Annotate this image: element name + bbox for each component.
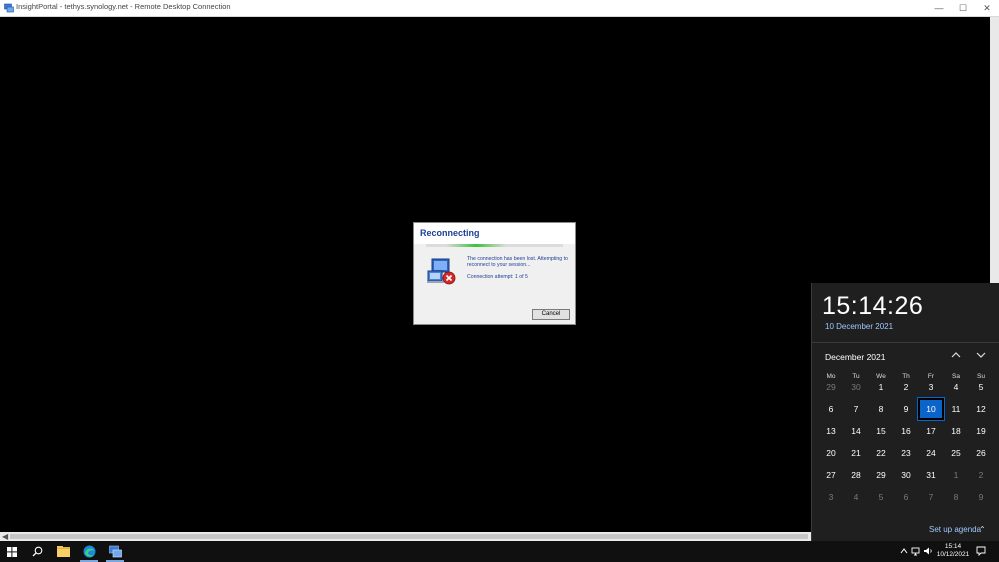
disconnected-computer-icon <box>427 258 456 285</box>
edge-button[interactable] <box>77 541 101 562</box>
calendar-day[interactable]: 17 <box>920 422 942 440</box>
scroll-left-icon[interactable]: ◀ <box>2 532 8 541</box>
calendar-day[interactable]: 9 <box>895 400 917 418</box>
calendar-day[interactable]: 4 <box>845 488 867 506</box>
taskbar-date: 10/12/2021 <box>936 551 970 558</box>
calendar-day[interactable]: 7 <box>845 400 867 418</box>
calendar-day[interactable]: 4 <box>945 378 967 396</box>
calendar-day[interactable]: 23 <box>895 444 917 462</box>
edge-icon <box>83 545 96 558</box>
set-up-agenda-link[interactable]: Set up agenda <box>929 525 981 534</box>
close-icon: ✕ <box>983 3 991 13</box>
progress-fill <box>446 244 506 247</box>
minimize-icon: — <box>934 3 944 13</box>
calendar-day[interactable]: 14 <box>845 422 867 440</box>
calendar-day[interactable]: 6 <box>820 400 842 418</box>
file-explorer-button[interactable] <box>51 541 75 562</box>
calendar-day[interactable]: 1 <box>870 378 892 396</box>
close-button[interactable]: ✕ <box>975 0 999 16</box>
previous-month-icon[interactable] <box>949 348 963 362</box>
calendar-day[interactable]: 11 <box>945 400 967 418</box>
next-month-icon[interactable] <box>974 348 988 362</box>
volume-icon[interactable] <box>923 546 933 556</box>
calendar-day[interactable]: 28 <box>845 466 867 484</box>
calendar-day[interactable]: 19 <box>970 422 992 440</box>
calendar-day[interactable]: 16 <box>895 422 917 440</box>
show-hidden-icons-icon[interactable] <box>899 546 909 556</box>
calendar-day[interactable]: 2 <box>970 466 992 484</box>
calendar-day[interactable]: 2 <box>895 378 917 396</box>
calendar-day[interactable]: 25 <box>945 444 967 462</box>
remote-desktop-app-icon <box>4 3 14 13</box>
connection-attempt-text: Connection attempt: 1 of 5 <box>467 274 528 280</box>
search-icon <box>32 546 43 557</box>
reconnect-progress-bar <box>426 244 563 247</box>
calendar-day[interactable]: 20 <box>820 444 842 462</box>
calendar-day[interactable]: 26 <box>970 444 992 462</box>
calendar-day[interactable]: 13 <box>820 422 842 440</box>
remote-desktop-icon <box>109 545 122 558</box>
windows-logo-icon <box>7 547 17 557</box>
calendar-day[interactable]: 15 <box>870 422 892 440</box>
notifications-icon[interactable] <box>976 546 986 556</box>
chevron-up-icon[interactable]: ⌃ <box>979 525 986 534</box>
calendar-day[interactable]: 29 <box>820 378 842 396</box>
search-button[interactable] <box>25 541 49 562</box>
calendar-flyout: 15:14:26 10 December 2021 December 2021 … <box>811 283 999 541</box>
calendar-day[interactable]: 30 <box>895 466 917 484</box>
calendar-day[interactable]: 22 <box>870 444 892 462</box>
calendar-day[interactable]: 9 <box>970 488 992 506</box>
calendar-day[interactable]: 30 <box>845 378 867 396</box>
taskbar: 15:14 10/12/2021 <box>0 541 999 562</box>
cancel-button[interactable]: Cancel <box>532 309 570 320</box>
window-titlebar: InsightPortal - tethys.synology.net - Re… <box>0 0 999 17</box>
selected-day[interactable]: 10 <box>918 398 944 420</box>
clock-time: 15:14:26 <box>822 292 924 320</box>
remote-desktop-taskbar-button[interactable] <box>103 541 127 562</box>
calendar-day[interactable]: 29 <box>870 466 892 484</box>
calendar-day[interactable]: 18 <box>945 422 967 440</box>
calendar-day[interactable]: 8 <box>870 400 892 418</box>
calendar-day[interactable]: 3 <box>820 488 842 506</box>
start-button[interactable] <box>0 541 24 562</box>
maximize-button[interactable]: ☐ <box>951 0 975 16</box>
calendar-day[interactable]: 5 <box>870 488 892 506</box>
reconnecting-dialog: Reconnecting The connection has been los… <box>413 222 576 325</box>
maximize-icon: ☐ <box>958 3 968 13</box>
horizontal-scrollbar[interactable]: ◀ <box>0 532 812 541</box>
taskbar-clock[interactable]: 15:14 10/12/2021 <box>936 543 970 559</box>
long-date-link[interactable]: 10 December 2021 <box>825 322 893 331</box>
minimize-button[interactable]: — <box>927 0 951 16</box>
calendar-day[interactable]: 8 <box>945 488 967 506</box>
calendar-day[interactable]: 7 <box>920 488 942 506</box>
dialog-message: The connection has been lost. Attempting… <box>467 256 568 269</box>
calendar-day[interactable]: 12 <box>970 400 992 418</box>
dialog-header: Reconnecting <box>414 223 575 244</box>
file-explorer-icon <box>57 546 70 557</box>
network-icon[interactable] <box>911 546 921 556</box>
calendar-day[interactable]: 31 <box>920 466 942 484</box>
calendar-day[interactable]: 3 <box>920 378 942 396</box>
calendar-day[interactable]: 27 <box>820 466 842 484</box>
calendar-day[interactable]: 21 <box>845 444 867 462</box>
vertical-scrollbar[interactable] <box>990 17 999 283</box>
window-title: InsightPortal - tethys.synology.net - Re… <box>16 2 231 11</box>
scrollbar-thumb[interactable] <box>10 534 808 539</box>
flyout-divider <box>812 342 999 343</box>
taskbar-time: 15:14 <box>944 543 962 550</box>
calendar-day[interactable]: 24 <box>920 444 942 462</box>
month-label[interactable]: December 2021 <box>825 352 885 362</box>
calendar-day[interactable]: 1 <box>945 466 967 484</box>
calendar-day[interactable]: 5 <box>970 378 992 396</box>
calendar-day[interactable]: 6 <box>895 488 917 506</box>
dialog-heading: Reconnecting <box>420 228 480 238</box>
